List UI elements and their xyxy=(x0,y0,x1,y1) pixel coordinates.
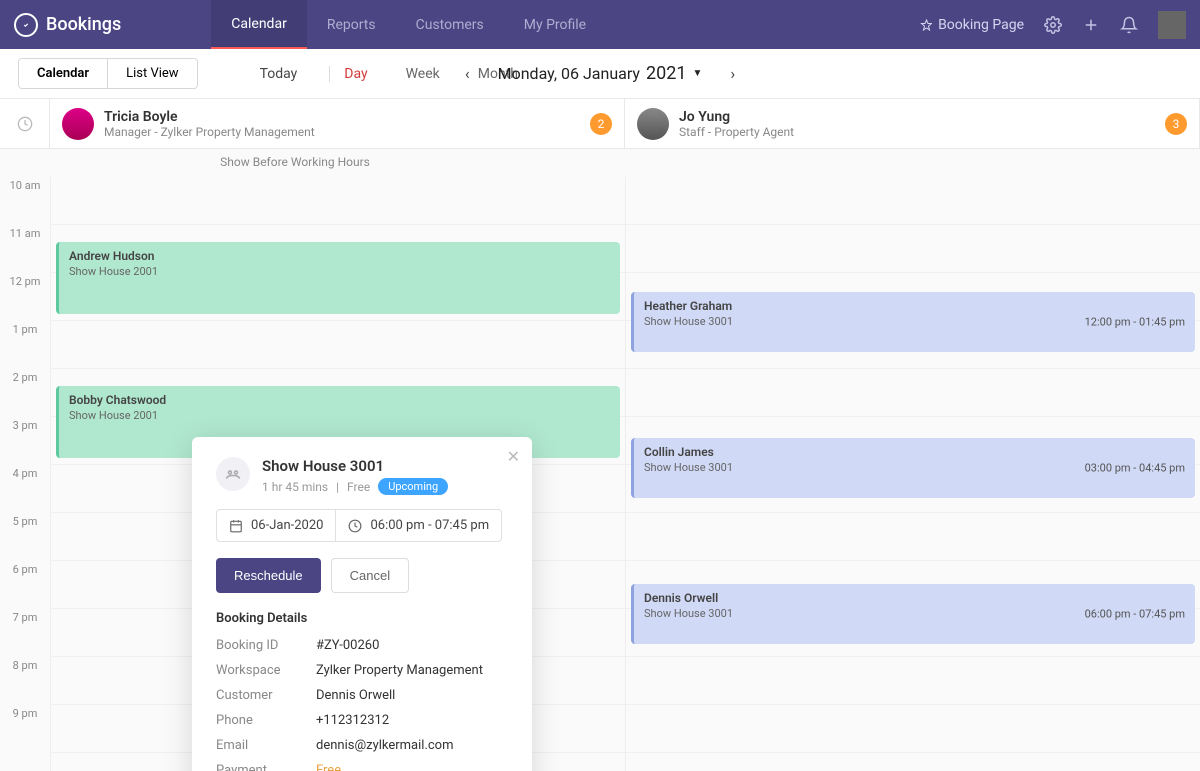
prev-day-button[interactable]: ‹ xyxy=(465,64,470,83)
next-day-button[interactable]: › xyxy=(730,64,735,83)
cancel-button[interactable]: Cancel xyxy=(331,558,409,593)
top-nav: Bookings Calendar Reports Customers My P… xyxy=(0,0,1200,49)
calendar-event[interactable]: Andrew Hudson Show House 2001 xyxy=(56,242,620,314)
day-col-2[interactable]: Heather GrahamShow House 300112:00 pm - … xyxy=(625,177,1200,771)
resource-col-2: Jo Yung Staff - Property Agent 3 xyxy=(625,99,1200,148)
resource-header-row: Tricia Boyle Manager - Zylker Property M… xyxy=(0,99,1200,149)
show-before-hours-link[interactable]: Show Before Working Hours xyxy=(50,155,540,169)
time-label: 9 pm xyxy=(0,705,50,753)
view-list-btn[interactable]: List View xyxy=(108,59,196,88)
event-customer: Collin James xyxy=(644,445,1185,459)
clock-icon xyxy=(348,519,362,533)
booking-page-link[interactable]: Booking Page xyxy=(920,17,1024,33)
detail-value: Dennis Orwell xyxy=(316,688,395,703)
time-label: 8 pm xyxy=(0,657,50,705)
resource-name: Tricia Boyle xyxy=(104,109,315,125)
time-cell: 06:00 pm - 07:45 pm xyxy=(336,509,502,542)
event-count-badge: 3 xyxy=(1165,113,1187,135)
detail-label: Workspace xyxy=(216,663,316,678)
calendar-icon xyxy=(229,519,243,533)
detail-label: Booking ID xyxy=(216,638,316,653)
time-label: 4 pm xyxy=(0,465,50,513)
detail-value: dennis@zylkermail.com xyxy=(316,738,454,753)
booking-details-heading: Booking Details xyxy=(216,611,508,626)
detail-label: Payment xyxy=(216,763,316,771)
time-label: 2 pm xyxy=(0,369,50,417)
time-label: 5 pm xyxy=(0,513,50,561)
time-gutter-head xyxy=(0,99,50,148)
scope-day[interactable]: Day xyxy=(329,66,367,82)
event-customer: Dennis Orwell xyxy=(644,591,1185,605)
event-service: Show House 2001 xyxy=(69,409,610,422)
calendar-event[interactable]: Heather GrahamShow House 300112:00 pm - … xyxy=(631,292,1195,352)
detail-label: Email xyxy=(216,738,316,753)
time-label: 12 pm xyxy=(0,273,50,321)
chevron-down-icon: ▼ xyxy=(692,68,702,79)
time-label: 7 pm xyxy=(0,609,50,657)
resource-role: Manager - Zylker Property Management xyxy=(104,125,315,139)
nav-right: Booking Page xyxy=(920,11,1186,39)
event-popover: ✕ Show House 3001 1 hr 45 mins | Free Up… xyxy=(192,437,532,771)
event-type-icon xyxy=(216,457,250,491)
plus-icon[interactable] xyxy=(1082,16,1100,34)
detail-value: Zylker Property Management xyxy=(316,663,483,678)
date-display[interactable]: Monday, 06 January 2021 ▼ xyxy=(498,63,703,84)
time-gutter: 10 am11 am12 pm1 pm2 pm3 pm4 pm5 pm6 pm7… xyxy=(0,177,50,771)
datetime-row: 06-Jan-2020 06:00 pm - 07:45 pm xyxy=(216,509,508,542)
event-time: 03:00 pm - 04:45 pm xyxy=(1085,462,1185,475)
date-cell: 06-Jan-2020 xyxy=(216,509,336,542)
time-label: 11 am xyxy=(0,225,50,273)
app-logo-icon xyxy=(14,13,38,37)
reschedule-button[interactable]: Reschedule xyxy=(216,558,321,593)
detail-value: Free xyxy=(316,763,341,771)
event-count-badge: 2 xyxy=(590,113,612,135)
resource-avatar xyxy=(62,108,94,140)
popover-duration: 1 hr 45 mins xyxy=(262,480,328,494)
detail-value: +112312312 xyxy=(316,713,389,728)
event-time: 06:00 pm - 07:45 pm xyxy=(1085,608,1185,621)
sub-toolbar: Calendar List View Today Day Week Month … xyxy=(0,49,1200,99)
scope-week[interactable]: Week xyxy=(392,66,440,82)
today-button[interactable]: Today xyxy=(260,66,298,82)
date-navigator: ‹ Monday, 06 January 2021 ▼ › xyxy=(465,63,735,84)
clock-icon xyxy=(17,116,33,132)
nav-tab-calendar[interactable]: Calendar xyxy=(211,0,307,49)
calendar-event[interactable]: Dennis OrwellShow House 300106:00 pm - 0… xyxy=(631,584,1195,644)
time-label: 1 pm xyxy=(0,321,50,369)
event-customer: Andrew Hudson xyxy=(69,249,610,263)
event-service: Show House 2001 xyxy=(69,265,610,278)
calendar-event[interactable]: Collin JamesShow House 300103:00 pm - 04… xyxy=(631,438,1195,498)
resource-name: Jo Yung xyxy=(679,109,794,125)
bell-icon[interactable] xyxy=(1120,16,1138,34)
time-label: 3 pm xyxy=(0,417,50,465)
user-avatar[interactable] xyxy=(1158,11,1186,39)
gear-icon[interactable] xyxy=(1044,16,1062,34)
detail-label: Customer xyxy=(216,688,316,703)
detail-label: Phone xyxy=(216,713,316,728)
nav-tabs: Calendar Reports Customers My Profile xyxy=(211,0,606,49)
resource-col-1: Tricia Boyle Manager - Zylker Property M… xyxy=(50,99,625,148)
status-badge: Upcoming xyxy=(378,478,448,495)
resource-role: Staff - Property Agent xyxy=(679,125,794,139)
event-customer: Bobby Chatswood xyxy=(69,393,610,407)
nav-tab-myprofile[interactable]: My Profile xyxy=(504,0,606,49)
nav-tab-reports[interactable]: Reports xyxy=(307,0,396,49)
time-label: 10 am xyxy=(0,177,50,225)
view-toggle: Calendar List View xyxy=(18,58,198,89)
popover-price: Free xyxy=(347,480,370,494)
close-icon[interactable]: ✕ xyxy=(507,447,520,466)
app-name: Bookings xyxy=(46,14,121,35)
view-calendar-btn[interactable]: Calendar xyxy=(19,59,108,88)
nav-tab-customers[interactable]: Customers xyxy=(396,0,504,49)
detail-value: #ZY-00260 xyxy=(316,638,379,653)
calendar-body: Show Before Working Hours 10 am11 am12 p… xyxy=(0,149,1200,771)
logo: Bookings xyxy=(14,13,121,37)
event-time: 12:00 pm - 01:45 pm xyxy=(1085,316,1185,329)
time-label: 6 pm xyxy=(0,561,50,609)
resource-avatar xyxy=(637,108,669,140)
event-customer: Heather Graham xyxy=(644,299,1185,313)
popover-title: Show House 3001 xyxy=(262,457,448,475)
